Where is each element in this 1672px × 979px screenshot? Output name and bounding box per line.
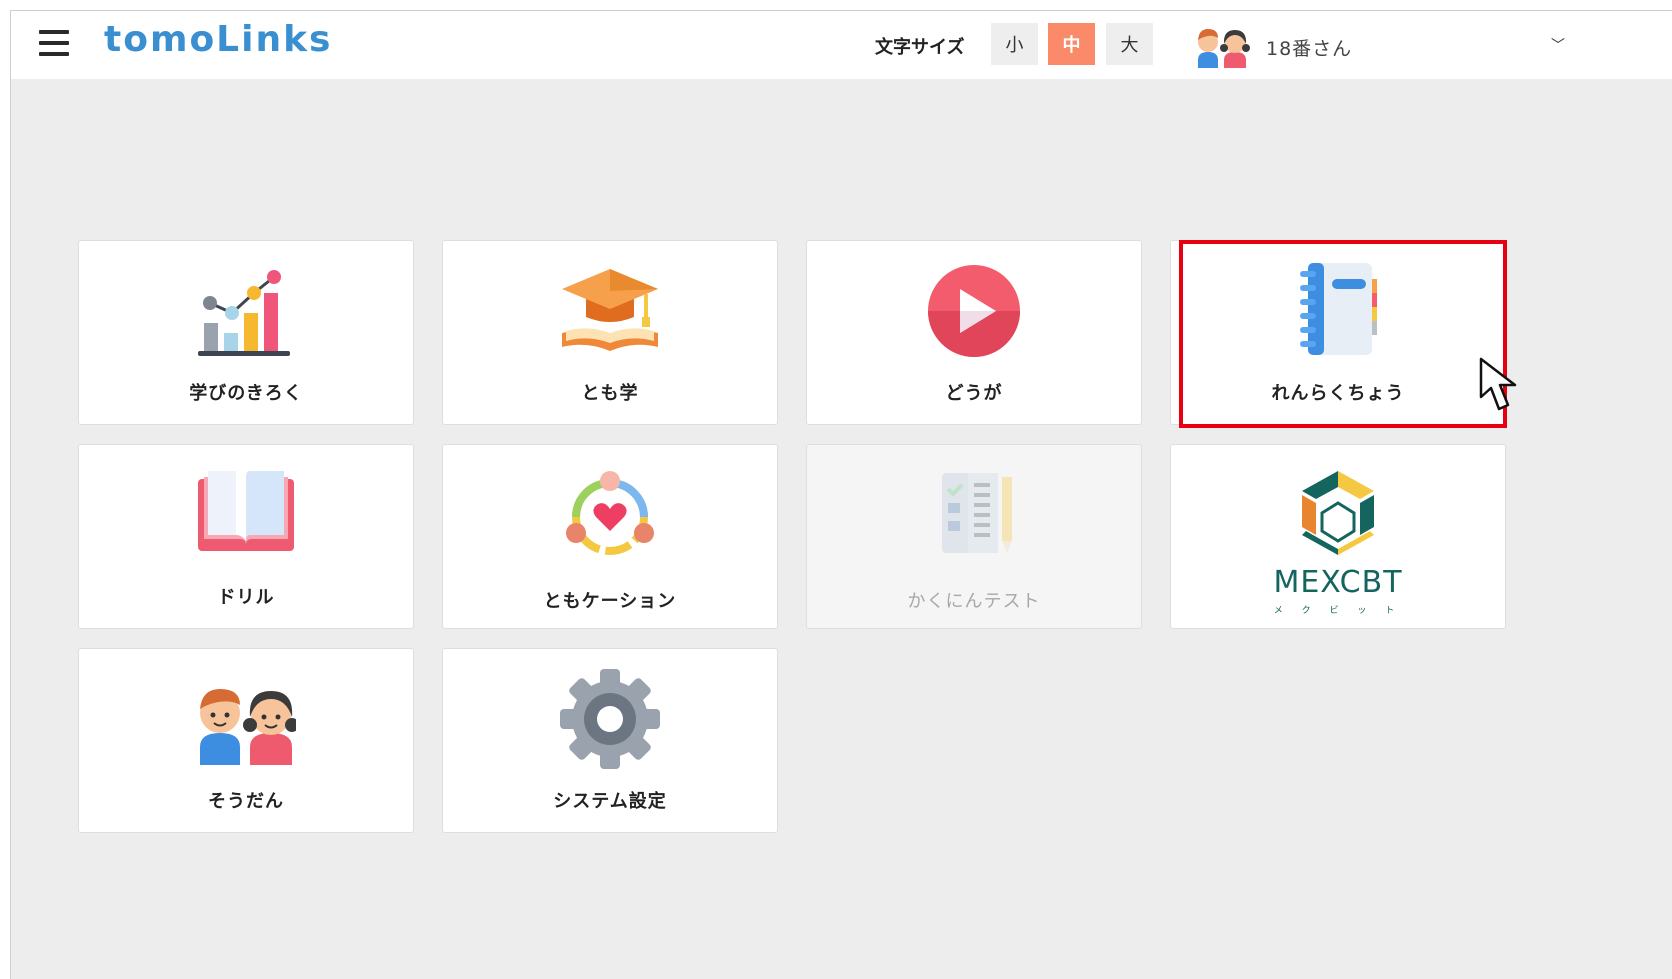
tile-label: システム設定	[553, 791, 667, 812]
children-consult-icon	[196, 669, 299, 769]
mexcbt-wordmark: MEXCBT	[1273, 565, 1403, 600]
learning-record-chart-icon	[196, 261, 296, 361]
tile-soudan[interactable]: そうだん	[78, 648, 414, 833]
mexcbt-kana: メ ク ビ ッ ト	[1273, 606, 1403, 616]
top-bar: tomoLinks 文字サイズ 小 中 大 18番さん ﹀	[11, 11, 1672, 79]
app-window: tomoLinks 文字サイズ 小 中 大 18番さん ﹀ 学びのきろく とも学…	[10, 10, 1672, 979]
tile-label: そうだん	[208, 791, 284, 812]
font-size-label: 文字サイズ	[875, 37, 965, 58]
tile-manabi-no-kiroku[interactable]: 学びのきろく	[78, 240, 414, 425]
tile-tomocation[interactable]: ともケーション	[442, 444, 778, 629]
tile-label: ともケーション	[543, 591, 677, 612]
app-logo[interactable]: tomoLinks	[104, 19, 332, 60]
tile-label: どうが	[945, 383, 1003, 404]
tile-douga[interactable]: どうが	[806, 240, 1142, 425]
tile-label: ドリル	[217, 587, 275, 608]
tile-renrakuchou[interactable]: れんらくちょう	[1170, 240, 1506, 425]
video-play-icon	[924, 261, 1024, 361]
mouse-pointer-icon	[1479, 357, 1531, 413]
user-name[interactable]: 18番さん	[1266, 34, 1352, 61]
tile-mexcbt[interactable]: MEXCBT メ ク ビ ッ ト	[1170, 444, 1506, 629]
font-size-large-button[interactable]: 大	[1106, 23, 1153, 65]
tile-system-settings[interactable]: システム設定	[442, 648, 778, 833]
hamburger-menu-icon[interactable]	[39, 30, 69, 58]
font-size-medium-button[interactable]: 中	[1048, 23, 1095, 65]
chevron-down-icon[interactable]: ﹀	[1551, 35, 1565, 55]
tile-label: かくにんテスト	[907, 591, 1041, 612]
heart-circle-icon	[560, 465, 660, 565]
tile-tomomanabu[interactable]: とも学	[442, 240, 778, 425]
font-size-small-button[interactable]: 小	[991, 23, 1038, 65]
graduation-cap-book-icon	[560, 261, 660, 361]
tile-label: とも学	[581, 383, 639, 404]
tile-drill[interactable]: ドリル	[78, 444, 414, 629]
notebook-icon	[1288, 261, 1388, 361]
mexcbt-logo-icon	[1296, 469, 1380, 557]
tile-label: れんらくちょう	[1271, 383, 1405, 404]
open-book-icon	[196, 465, 296, 565]
gear-icon	[560, 669, 660, 769]
tile-kakunin-test: かくにんテスト	[806, 444, 1142, 629]
children-avatar-icon[interactable]	[1194, 22, 1250, 68]
checklist-pencil-icon	[924, 465, 1024, 565]
tile-label: 学びのきろく	[189, 383, 303, 404]
